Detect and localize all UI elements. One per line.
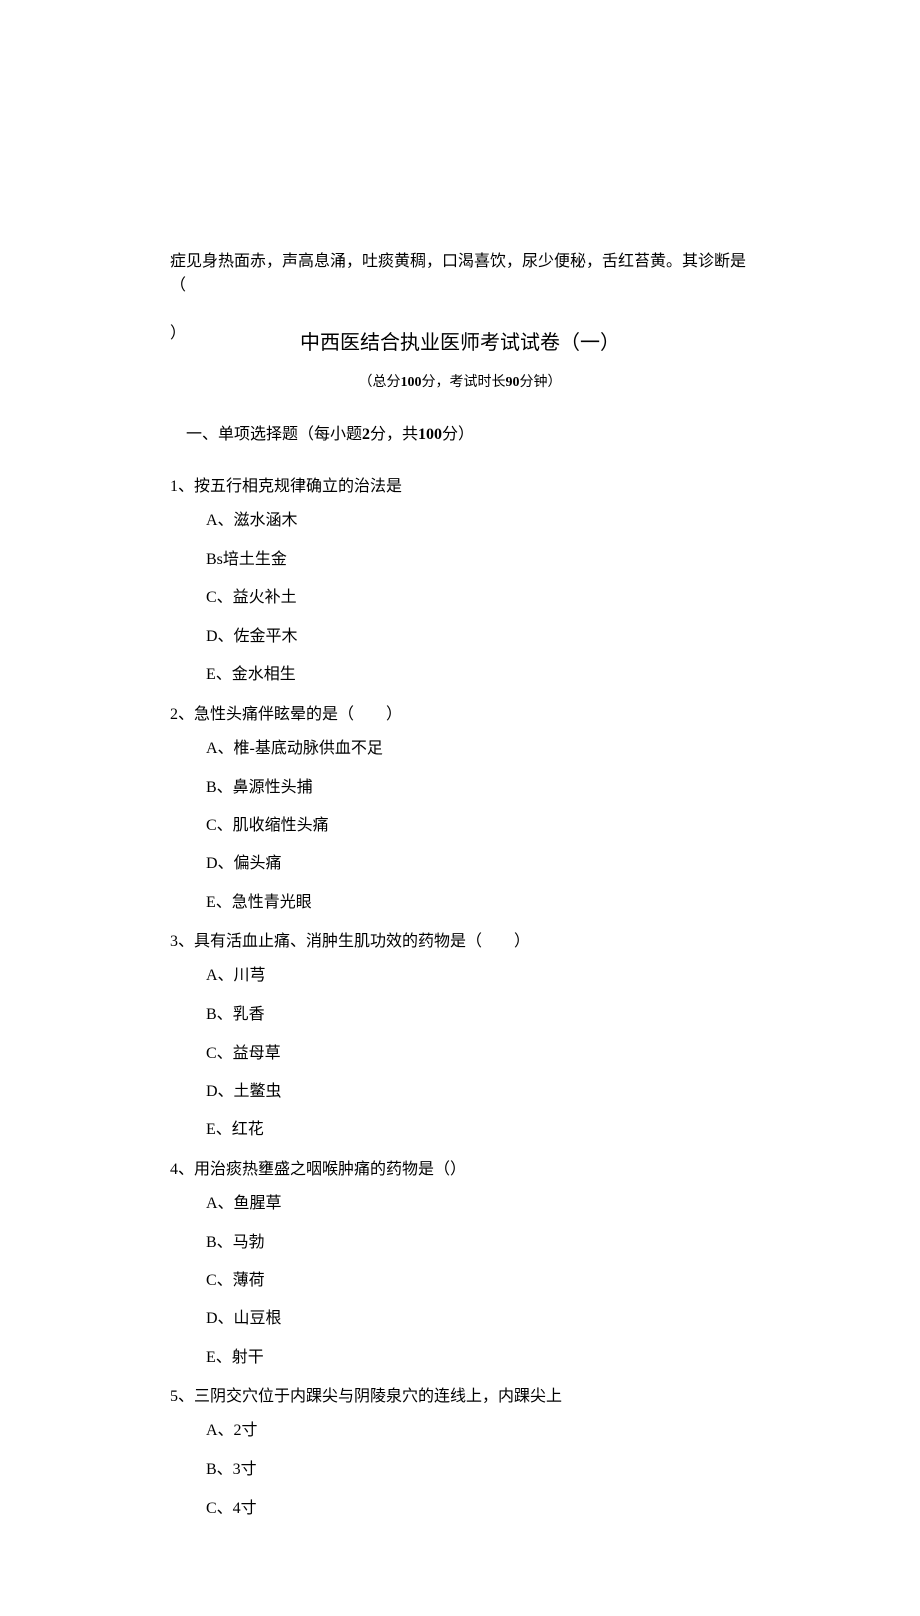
option-d: D、土鳖虫 <box>206 1081 750 1103</box>
section-heading-per: 2 <box>362 426 370 443</box>
subtitle-mid: 分，考试时长 <box>422 375 506 390</box>
subtitle-prefix: （总分 <box>359 375 401 390</box>
option-e: E、金水相生 <box>206 664 750 686</box>
question-number: 4 <box>170 1161 178 1178</box>
section-heading-total: 100 <box>418 426 442 443</box>
question-3: 3、具有活血止痛、消肿生肌功效的药物是（ ） A、川芎 B、乳香 C、益母草 D… <box>170 930 750 1142</box>
option-a: A、2寸 <box>206 1419 750 1443</box>
option-d: D、佐金平木 <box>206 626 750 648</box>
exam-subtitle: （总分100分，考试时长90分钟） <box>170 372 750 393</box>
option-b: Bs培土生金 <box>206 549 750 571</box>
subtitle-score: 100 <box>401 375 422 390</box>
question-stem: 1、按五行相克规律确立的治法是 <box>170 475 750 499</box>
section-heading-prefix: 一、单项选择题（每小题 <box>186 426 362 443</box>
option-e: E、急性青光眼 <box>206 892 750 914</box>
question-number: 1 <box>170 478 178 495</box>
option-b: B、3寸 <box>206 1459 750 1481</box>
option-e: E、红花 <box>206 1119 750 1141</box>
question-4: 4、用治痰热壅盛之咽喉肿痛的药物是（） A、鱼腥草 B、马勃 C、薄荷 D、山豆… <box>170 1158 750 1370</box>
option-a: A、滋水涵木 <box>206 509 750 533</box>
option-c: C、益火补土 <box>206 587 750 609</box>
question-stem: 5、三阴交穴位于内踝尖与阴陵泉穴的连线上，内踝尖上 <box>170 1385 750 1409</box>
option-b: B、乳香 <box>206 1004 750 1026</box>
question-1: 1、按五行相克规律确立的治法是 A、滋水涵木 Bs培土生金 C、益火补土 D、佐… <box>170 475 750 687</box>
question-text: 、用治痰热壅盛之咽喉肿痛的药物是（） <box>178 1161 466 1178</box>
question-number: 5 <box>170 1388 178 1405</box>
question-text: 、具有活血止痛、消肿生肌功效的药物是（ ） <box>178 933 530 950</box>
option-a: A、川芎 <box>206 964 750 988</box>
question-stem: 3、具有活血止痛、消肿生肌功效的药物是（ ） <box>170 930 750 954</box>
exam-title: 中西医结合执业医师考试试卷（一） <box>170 328 750 358</box>
question-number: 2 <box>170 706 178 723</box>
option-e: E、射干 <box>206 1347 750 1369</box>
option-c: C、肌收缩性头痛 <box>206 815 750 837</box>
option-b: B、鼻源性头捕 <box>206 777 750 799</box>
question-stem: 4、用治痰热壅盛之咽喉肿痛的药物是（） <box>170 1158 750 1182</box>
subtitle-suffix: 分钟） <box>520 375 562 390</box>
section-heading-suffix: 分） <box>442 426 474 443</box>
option-d: D、山豆根 <box>206 1308 750 1330</box>
option-c: C、益母草 <box>206 1043 750 1065</box>
exam-page: 症见身热面赤，声高息涌，吐痰黄稠，口渴喜饮，尿少便秘，舌红苔黄。其诊断是（ ） … <box>0 0 920 1616</box>
section-heading-mid: 分，共 <box>370 426 418 443</box>
question-stem: 2、急性头痛伴眩晕的是（ ） <box>170 703 750 727</box>
option-d: D、偏头痛 <box>206 853 750 875</box>
option-c: C、4寸 <box>206 1498 750 1520</box>
option-a: A、椎-基底动脉供血不足 <box>206 737 750 761</box>
section-heading: 一、单项选择题（每小题2分，共100分） <box>186 423 750 447</box>
question-text: 、急性头痛伴眩晕的是（ ） <box>178 706 402 723</box>
question-text: 、按五行相克规律确立的治法是 <box>178 478 402 495</box>
question-2: 2、急性头痛伴眩晕的是（ ） A、椎-基底动脉供血不足 B、鼻源性头捕 C、肌收… <box>170 703 750 915</box>
subtitle-minutes: 90 <box>506 375 520 390</box>
option-a: A、鱼腥草 <box>206 1192 750 1216</box>
question-number: 3 <box>170 933 178 950</box>
option-b: B、马勃 <box>206 1232 750 1254</box>
question-5: 5、三阴交穴位于内踝尖与阴陵泉穴的连线上，内踝尖上 A、2寸 B、3寸 C、4寸 <box>170 1385 750 1520</box>
question-text: 、三阴交穴位于内踝尖与阴陵泉穴的连线上，内踝尖上 <box>178 1388 562 1405</box>
stray-fragment-top: 症见身热面赤，声高息涌，吐痰黄稠，口渴喜饮，尿少便秘，舌红苔黄。其诊断是（ <box>170 250 750 298</box>
option-c: C、薄荷 <box>206 1270 750 1292</box>
